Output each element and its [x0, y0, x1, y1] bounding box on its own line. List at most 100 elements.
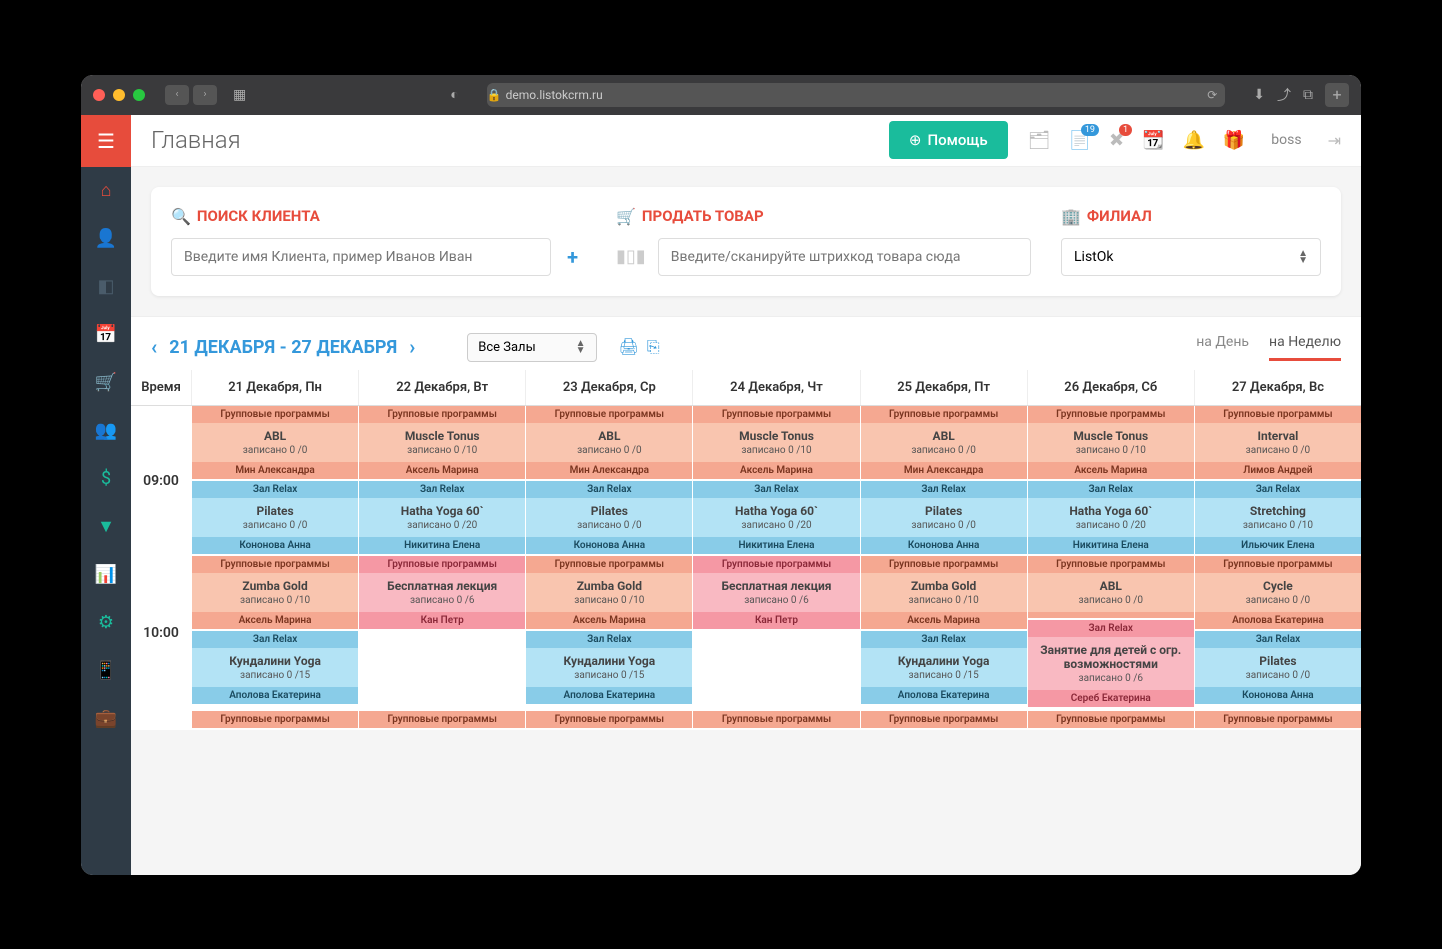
- slot-capacity: записано 0 /10: [363, 445, 521, 456]
- new-tab-button[interactable]: +: [1325, 83, 1349, 107]
- minimize-window-button[interactable]: [113, 89, 125, 101]
- class-slot[interactable]: Групповые программыMuscle Tonusзаписано …: [693, 406, 859, 481]
- slot-room-label: Зал Relax: [1195, 481, 1361, 498]
- class-slot[interactable]: Зал RelaxHatha Yoga 60`записано 0 /20Ник…: [359, 481, 525, 556]
- add-client-button[interactable]: +: [559, 245, 586, 269]
- print-icon[interactable]: 🖨: [619, 337, 639, 357]
- class-slot[interactable]: Групповые программыCycleзаписано 0 /0Апо…: [1195, 556, 1361, 631]
- slot-room-label: Групповые программы: [1195, 711, 1361, 728]
- sidebar-toggle-icon[interactable]: ▦: [233, 87, 246, 103]
- class-slot[interactable]: Зал RelaxКундалини Yogaзаписано 0 /15Апо…: [192, 631, 358, 706]
- slot-room-label: Групповые программы: [861, 406, 1027, 423]
- class-slot[interactable]: Групповые программыБесплатная лекциязапи…: [693, 556, 859, 631]
- forward-button[interactable]: ›: [193, 85, 217, 105]
- download-icon[interactable]: ⬇: [1253, 87, 1265, 103]
- sidebar-gear-icon[interactable]: ⚙: [81, 599, 131, 647]
- calendar-top-icon[interactable]: 📆: [1142, 130, 1164, 151]
- badge-count: 19: [1081, 124, 1099, 136]
- slot-class-name: Zumba Gold: [530, 579, 688, 593]
- gift-icon[interactable]: 🎁: [1223, 130, 1245, 151]
- view-day-tab[interactable]: на День: [1196, 334, 1249, 361]
- class-slot[interactable]: Зал RelaxPilatesзаписано 0 /0Кононова Ан…: [526, 481, 692, 556]
- browser-titlebar: ‹ › ▦ ◐ 🔒 demo.listokcrm.ru ⟳ ⬇ ⤴ ⧉ +: [81, 75, 1361, 115]
- share-icon[interactable]: ⤴: [1277, 85, 1291, 105]
- close-window-button[interactable]: [93, 89, 105, 101]
- sidebar-phone-icon[interactable]: 📱: [81, 647, 131, 695]
- barcode-input[interactable]: [658, 238, 1031, 276]
- user-name[interactable]: boss: [1271, 132, 1301, 148]
- slot-class-name: Muscle Tonus: [1032, 429, 1190, 443]
- hall-select[interactable]: Все Залы ▲▼: [467, 333, 596, 362]
- client-search-input[interactable]: [171, 238, 551, 276]
- slot-class-name: Stretching: [1199, 504, 1357, 518]
- sidebar-calendar-icon[interactable]: 📅: [81, 311, 131, 359]
- class-slot[interactable]: Групповые программыIntervalзаписано 0 /0…: [1195, 406, 1361, 481]
- sidebar-users-icon[interactable]: 👥: [81, 407, 131, 455]
- tabs-icon[interactable]: ⧉: [1303, 87, 1313, 103]
- view-week-tab[interactable]: на Неделю: [1269, 334, 1341, 361]
- slot-capacity: записано 0 /0: [196, 520, 354, 531]
- card-icon[interactable]: 🗂: [1028, 130, 1051, 151]
- class-slot[interactable]: Групповые программыMuscle Tonusзаписано …: [359, 406, 525, 481]
- prev-week-button[interactable]: ‹: [151, 335, 157, 359]
- class-slot[interactable]: Групповые программыABLзаписано 0 /0Мин А…: [192, 406, 358, 481]
- class-slot[interactable]: Зал RelaxЗанятие для детей с огр. возмож…: [1028, 620, 1194, 709]
- day-header: 27 Декабря, Вс: [1194, 370, 1361, 405]
- sidebar-cart-icon[interactable]: 🛒: [81, 359, 131, 407]
- class-slot[interactable]: Групповые программыMuscle Tonusзаписано …: [1028, 406, 1194, 481]
- slot-class-name: Zumba Gold: [196, 579, 354, 593]
- class-slot[interactable]: Зал RelaxHatha Yoga 60`записано 0 /20Ник…: [693, 481, 859, 556]
- slot-room-label: Зал Relax: [526, 481, 692, 498]
- slot-room-label: Групповые программы: [526, 711, 692, 728]
- url-bar[interactable]: 🔒 demo.listokcrm.ru ⟳: [487, 83, 1226, 107]
- slot-room-label: Групповые программы: [359, 406, 525, 423]
- class-slot[interactable]: Групповые программыABLзаписано 0 /0: [1028, 556, 1194, 620]
- cancel-doc-icon[interactable]: ✖1: [1109, 130, 1124, 151]
- next-week-button[interactable]: ›: [409, 335, 415, 359]
- slot-trainer: Мин Александра: [192, 462, 358, 479]
- class-slot[interactable]: Групповые программыZumba Goldзаписано 0 …: [192, 556, 358, 631]
- sidebar-dollar-icon[interactable]: $: [81, 455, 131, 503]
- sidebar-chart-icon[interactable]: 📊: [81, 551, 131, 599]
- empty-slot: [359, 631, 525, 711]
- slot-trainer: [1028, 612, 1194, 618]
- class-slot[interactable]: Групповые программыABLзаписано 0 /0Мин А…: [861, 406, 1027, 481]
- class-slot[interactable]: Зал RelaxКундалини Yogaзаписано 0 /15Апо…: [861, 631, 1027, 706]
- branch-select[interactable]: ListOk ▲▼: [1061, 238, 1321, 276]
- logout-icon[interactable]: ⇥: [1328, 131, 1341, 150]
- class-slot[interactable]: Зал RelaxPilatesзаписано 0 /0Кононова Ан…: [1195, 631, 1361, 706]
- slot-trainer: Никитина Елена: [1028, 537, 1194, 554]
- slot-room-label: Групповые программы: [1195, 406, 1361, 423]
- sidebar-filter-icon[interactable]: ▼: [81, 503, 131, 551]
- hamburger-menu-button[interactable]: ☰: [81, 115, 131, 167]
- slot-trainer: Аполова Екатерина: [192, 687, 358, 704]
- maximize-window-button[interactable]: [133, 89, 145, 101]
- class-slot[interactable]: Групповые программыБесплатная лекциязапи…: [359, 556, 525, 631]
- class-slot[interactable]: Зал RelaxКундалини Yogaзаписано 0 /15Апо…: [526, 631, 692, 706]
- slot-capacity: записано 0 /10: [1199, 520, 1357, 531]
- sidebar-briefcase-icon[interactable]: 💼: [81, 695, 131, 743]
- class-slot[interactable]: Зал RelaxPilatesзаписано 0 /0Кононова Ан…: [192, 481, 358, 556]
- sidebar-person-icon[interactable]: 👤: [81, 215, 131, 263]
- slot-class-name: Hatha Yoga 60`: [697, 504, 855, 518]
- shield-icon[interactable]: ◐: [450, 86, 458, 103]
- class-slot[interactable]: Зал RelaxStretchingзаписано 0 /10Ильючик…: [1195, 481, 1361, 556]
- help-button[interactable]: ⊕ Помощь: [889, 121, 1008, 159]
- document-icon[interactable]: 📄19: [1069, 130, 1091, 151]
- class-slot[interactable]: Групповые программыZumba Goldзаписано 0 …: [526, 556, 692, 631]
- sidebar-cube-icon[interactable]: ◧: [81, 263, 131, 311]
- schedule-grid: Время 21 Декабря, Пн 22 Декабря, Вт 23 Д…: [131, 370, 1361, 730]
- back-button[interactable]: ‹: [165, 85, 189, 105]
- class-slot[interactable]: Зал RelaxPilatesзаписано 0 /0Кононова Ан…: [861, 481, 1027, 556]
- class-slot[interactable]: Групповые программыABLзаписано 0 /0Мин А…: [526, 406, 692, 481]
- class-slot[interactable]: Зал RelaxHatha Yoga 60`записано 0 /20Ник…: [1028, 481, 1194, 556]
- slot-class-name: ABL: [530, 429, 688, 443]
- refresh-icon[interactable]: ⟳: [1207, 88, 1217, 102]
- slot-class-name: Muscle Tonus: [697, 429, 855, 443]
- sidebar-home-icon[interactable]: ⌂: [81, 167, 131, 215]
- class-slot[interactable]: Групповые программыZumba Goldзаписано 0 …: [861, 556, 1027, 631]
- export-icon[interactable]: ⎘: [647, 337, 660, 357]
- slot-trainer: Никитина Елена: [693, 537, 859, 554]
- bell-icon[interactable]: 🔔: [1182, 130, 1204, 151]
- help-label: Помощь: [928, 131, 988, 149]
